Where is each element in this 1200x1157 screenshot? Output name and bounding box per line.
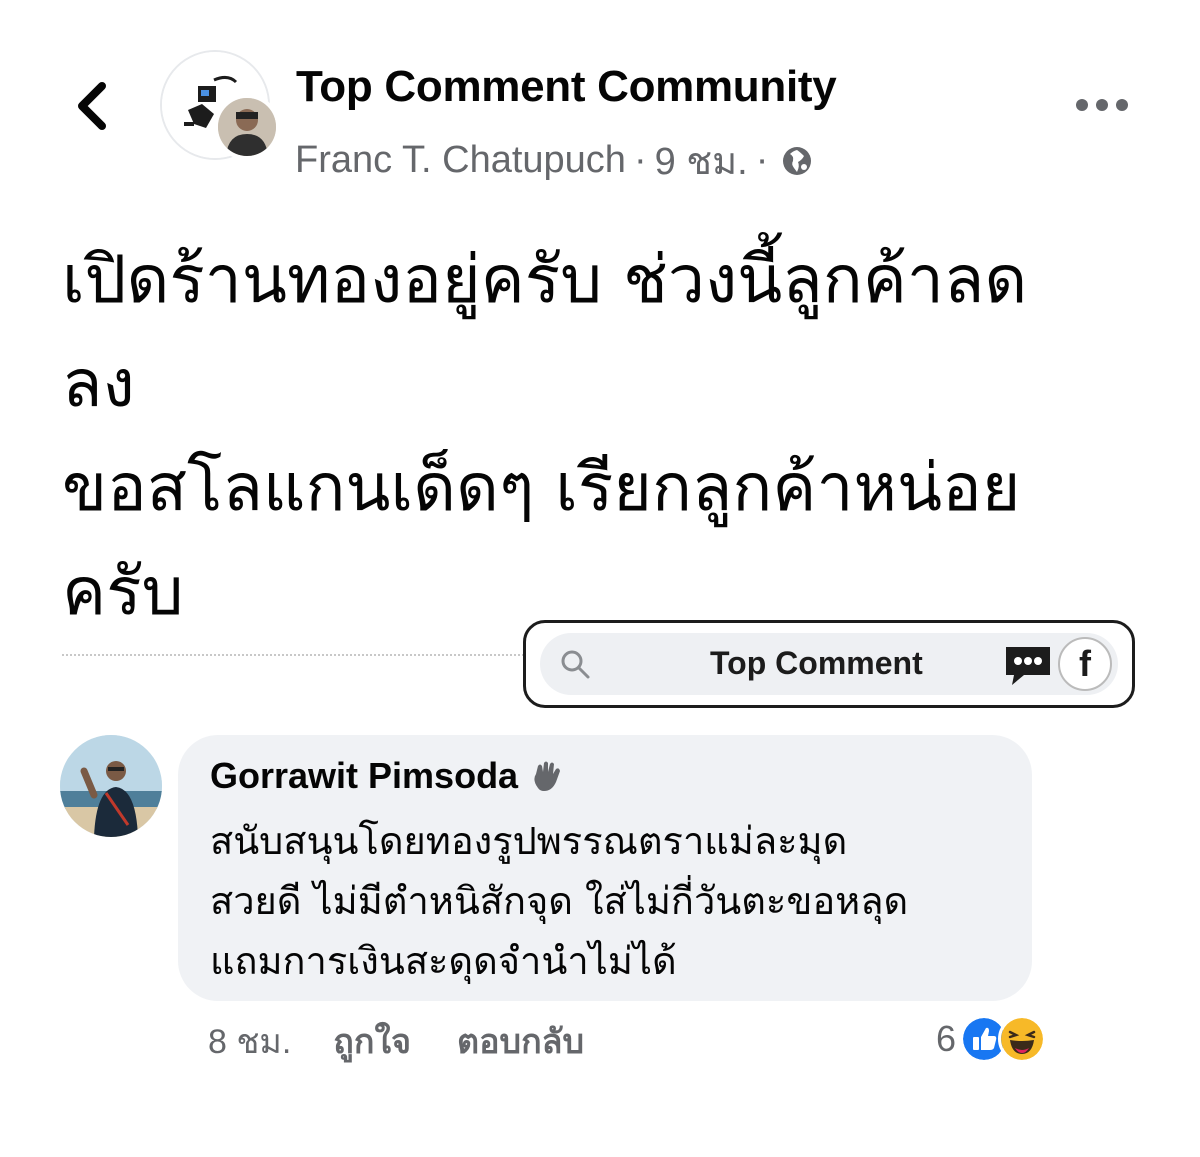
more-dots-icon [1076, 99, 1128, 111]
meta-separator: · [755, 139, 769, 181]
reply-button[interactable]: ตอบกลับ [457, 1014, 584, 1068]
comment-time[interactable]: 8 ชม. [208, 1014, 291, 1068]
comment-bubble: Gorrawit Pimsoda สนับสนุนโดยทองรูปพรรณตร… [178, 735, 1032, 1001]
reaction-summary[interactable]: 6 [936, 1014, 1047, 1064]
facebook-icon: f [1058, 637, 1112, 691]
author-name[interactable]: Franc T. Chatupuch [295, 139, 626, 182]
author-photo [218, 98, 276, 156]
watermark-searchbar: Top Comment f [540, 633, 1118, 695]
chevron-left-icon [78, 82, 106, 130]
comment-author-name[interactable]: Gorrawit Pimsoda [210, 755, 518, 797]
watermark-label: Top Comment [710, 645, 923, 681]
commenter-avatar[interactable] [60, 735, 162, 837]
wave-hand-icon [534, 761, 561, 791]
commenter-photo [60, 735, 162, 837]
more-options-button[interactable] [1072, 88, 1132, 122]
top-comment-watermark: Top Comment f [523, 620, 1135, 708]
comment-actions: 8 ชม. ถูกใจ ตอบกลับ [208, 1014, 584, 1068]
post-time[interactable]: 9 ชม. [655, 130, 748, 191]
chat-bubble-icon [1006, 647, 1050, 685]
globe-icon [783, 146, 812, 175]
post-text: เปิดร้านทองอยู่ครับ ช่วงนี้ลูกค้าลด ลง ข… [62, 241, 1028, 630]
divider [62, 654, 532, 656]
back-button[interactable] [70, 78, 118, 134]
meta-separator: · [633, 139, 647, 181]
search-icon [561, 650, 590, 679]
group-name[interactable]: Top Comment Community [296, 62, 837, 112]
like-button[interactable]: ถูกใจ [333, 1014, 411, 1068]
post-meta: Franc T. Chatupuch · 9 ชม. · [295, 130, 814, 191]
haha-icon [998, 1015, 1047, 1063]
reaction-count: 6 [936, 1018, 957, 1059]
comment-text: สนับสนุนโดยทองรูปพรรณตราแม่ละมุด สวยดี ไ… [210, 819, 909, 983]
author-avatar[interactable] [214, 94, 280, 160]
comment-author-row: Gorrawit Pimsoda [210, 755, 564, 797]
